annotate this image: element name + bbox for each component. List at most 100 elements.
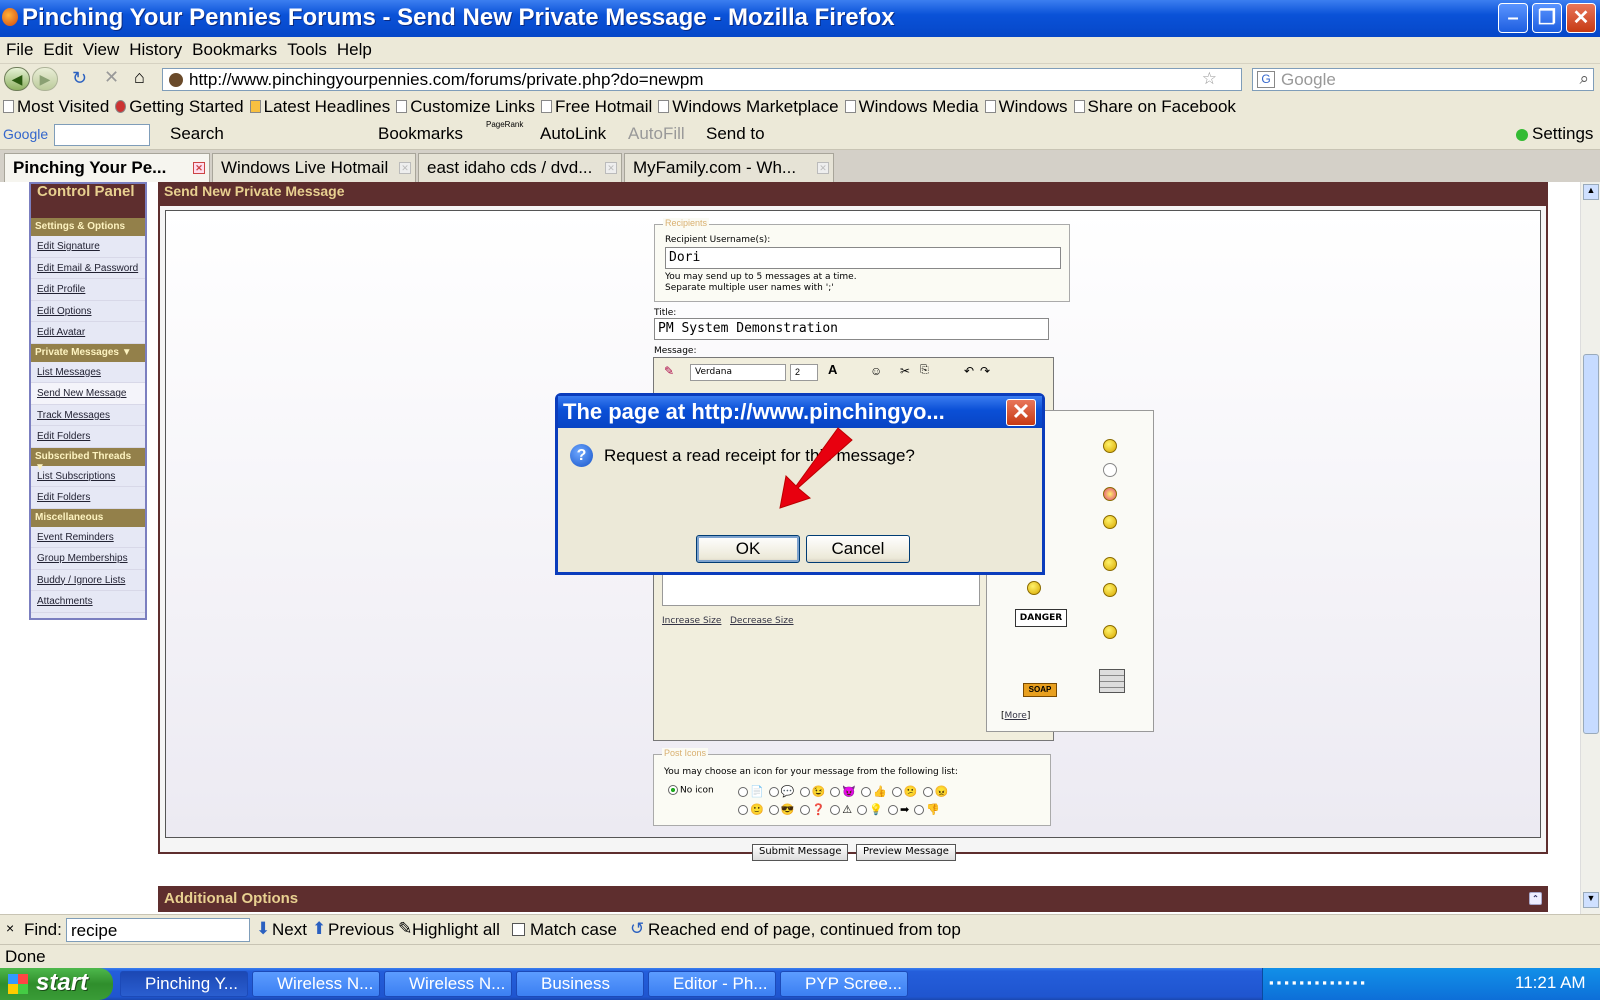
no-icon-option[interactable]: No icon xyxy=(668,785,714,796)
stop-icon[interactable]: ✕ xyxy=(104,67,119,88)
smilie-insert-icon[interactable]: ☺ xyxy=(870,364,882,378)
tab-east-idaho[interactable]: east idaho cds / dvd... ✕ xyxy=(418,153,622,182)
sidebar-link-selected[interactable]: Send New Message xyxy=(31,383,145,405)
find-next-button[interactable]: Next xyxy=(272,920,307,940)
menu-edit[interactable]: Edit xyxy=(37,37,76,60)
copy-icon[interactable]: ⎘ xyxy=(920,364,929,377)
taskbar-item[interactable]: Wireless N... xyxy=(384,971,512,997)
brick-wall-smilie[interactable] xyxy=(1099,669,1125,693)
smilie[interactable] xyxy=(1103,487,1117,501)
preview-message-button[interactable]: Preview Message xyxy=(856,844,956,861)
sidebar-link[interactable]: Edit Folders xyxy=(31,487,145,509)
sidebar-link[interactable]: Edit Profile xyxy=(31,279,145,301)
sidebar-link[interactable]: Edit Options xyxy=(31,301,145,322)
soap-sign-smilie[interactable]: SOAP xyxy=(1023,683,1057,697)
scroll-thumb[interactable] xyxy=(1583,354,1599,734)
post-icon-options-row[interactable]: 🙂 😎 ❓ ⚠ 💡 ➡ 👎 xyxy=(738,803,941,816)
sidebar-link[interactable]: Edit Folders xyxy=(31,426,145,448)
bookmark-item[interactable]: Windows xyxy=(982,94,1071,117)
google-search-engine-icon[interactable]: G xyxy=(1257,71,1275,88)
sidebar-link[interactable]: Edit Signature xyxy=(31,236,145,258)
bookmark-item[interactable]: Latest Headlines xyxy=(247,94,394,117)
wysiwyg-switch-icon[interactable]: ✎ xyxy=(664,364,674,378)
smilie[interactable] xyxy=(1027,581,1041,595)
autofill-button[interactable]: AutoFill xyxy=(628,124,685,144)
highlight-all-button[interactable]: Highlight all xyxy=(412,920,500,940)
decrease-size-link[interactable]: Decrease Size xyxy=(730,616,794,626)
search-input[interactable]: G Google ⌕ xyxy=(1252,68,1594,91)
danger-sign-smilie[interactable]: DANGER xyxy=(1015,609,1067,627)
increase-size-link[interactable]: Increase Size xyxy=(662,616,721,626)
text-color-icon[interactable]: A xyxy=(828,362,837,377)
sidebar-link[interactable]: List Subscriptions xyxy=(31,466,145,487)
tab-close-icon[interactable]: ✕ xyxy=(817,162,829,174)
smilie[interactable] xyxy=(1103,583,1117,597)
restore-button[interactable]: ❐ xyxy=(1532,3,1562,33)
find-previous-button[interactable]: Previous xyxy=(328,920,394,940)
additional-options-heading[interactable]: Additional Options ⌃ xyxy=(158,886,1548,912)
menu-bookmarks[interactable]: Bookmarks xyxy=(186,37,281,60)
size-select[interactable]: 2 xyxy=(790,364,818,381)
sidebar-link[interactable]: Attachments xyxy=(31,591,145,613)
sidebar-link[interactable]: Track Messages xyxy=(31,405,145,426)
reload-icon[interactable]: ↻ xyxy=(72,68,87,89)
search-icon[interactable]: ⌕ xyxy=(1579,69,1589,89)
minimize-button[interactable]: – xyxy=(1498,3,1528,33)
bookmark-item[interactable]: Windows Marketplace xyxy=(655,94,841,117)
bookmark-item[interactable]: Getting Started xyxy=(112,94,246,117)
submit-message-button[interactable]: Submit Message xyxy=(752,844,849,861)
undo-icon[interactable]: ↶ xyxy=(964,364,974,378)
clock[interactable]: 11:21 AM xyxy=(1515,973,1586,993)
close-window-button[interactable]: ✕ xyxy=(1566,3,1596,33)
sidebar-link[interactable]: Group Memberships xyxy=(31,548,145,570)
taskbar-item[interactable]: Business xyxy=(516,971,644,997)
smilie[interactable] xyxy=(1103,515,1117,529)
section-heading[interactable]: Subscribed Threads ▼ xyxy=(31,447,145,473)
google-bookmarks-button[interactable]: Bookmarks xyxy=(378,124,463,144)
bookmark-item[interactable]: Free Hotmail xyxy=(538,94,655,117)
sidebar-link[interactable]: Event Reminders xyxy=(31,527,145,548)
tab-myfamily[interactable]: MyFamily.com - Wh... ✕ xyxy=(624,153,834,182)
taskbar-item[interactable]: Pinching Y... xyxy=(120,971,248,997)
sidebar-link[interactable]: Buddy / Ignore Lists xyxy=(31,570,145,591)
post-icon-options-row[interactable]: 📄 💬 😉 😈 👍 😕 😠 xyxy=(738,785,949,798)
sidebar-link[interactable]: Edit Avatar xyxy=(31,322,145,344)
font-select[interactable]: Verdana xyxy=(690,364,786,381)
section-heading[interactable]: Private Messages ▼ xyxy=(31,343,145,362)
start-button[interactable]: start xyxy=(0,968,113,1000)
forward-button[interactable]: ▶ xyxy=(32,67,58,91)
menu-tools[interactable]: Tools xyxy=(281,37,331,60)
tab-close-icon[interactable]: ✕ xyxy=(399,162,411,174)
bookmark-star-icon[interactable]: ☆ xyxy=(1202,69,1217,89)
smilie[interactable] xyxy=(1103,557,1117,571)
smilie[interactable] xyxy=(1103,463,1117,477)
url-bar[interactable]: http://www.pinchingyourpennies.com/forum… xyxy=(162,68,1242,91)
home-icon[interactable]: ⌂ xyxy=(134,67,145,88)
taskbar-item[interactable]: PYP Scree... xyxy=(780,971,908,997)
tab-close-icon[interactable]: ✕ xyxy=(193,162,205,174)
sidebar-link[interactable]: Edit Email & Password xyxy=(31,258,145,279)
tab-pinching[interactable]: Pinching Your Pe... ✕ xyxy=(4,153,210,182)
collapse-icon[interactable]: ⌃ xyxy=(1529,892,1542,905)
bookmark-item[interactable]: Most Visited xyxy=(0,94,112,117)
bookmark-item[interactable]: Customize Links xyxy=(393,94,538,117)
taskbar-item[interactable]: Wireless N... xyxy=(252,971,380,997)
tab-close-icon[interactable]: ✕ xyxy=(605,162,617,174)
more-smilies-link[interactable]: More xyxy=(1005,711,1027,721)
tab-hotmail[interactable]: Windows Live Hotmail ✕ xyxy=(212,153,416,182)
dialog-close-button[interactable]: ✕ xyxy=(1006,399,1036,426)
menu-history[interactable]: History xyxy=(123,37,186,60)
find-close-icon[interactable]: × xyxy=(6,920,14,936)
scroll-up-arrow[interactable]: ▲ xyxy=(1583,184,1599,200)
bookmark-item[interactable]: Share on Facebook xyxy=(1071,94,1239,117)
scroll-down-arrow[interactable]: ▼ xyxy=(1583,892,1599,908)
menu-view[interactable]: View xyxy=(77,37,124,60)
smilie[interactable] xyxy=(1103,625,1117,639)
taskbar-item[interactable]: Editor - Ph... xyxy=(648,971,776,997)
cancel-button[interactable]: Cancel xyxy=(806,535,910,563)
page-scrollbar[interactable]: ▲ ▼ xyxy=(1580,182,1600,914)
google-search-button[interactable]: Search xyxy=(170,124,224,144)
sidebar-link[interactable]: List Messages xyxy=(31,362,145,383)
send-to-button[interactable]: Send to xyxy=(706,124,765,144)
back-button[interactable]: ◀ xyxy=(4,67,30,91)
